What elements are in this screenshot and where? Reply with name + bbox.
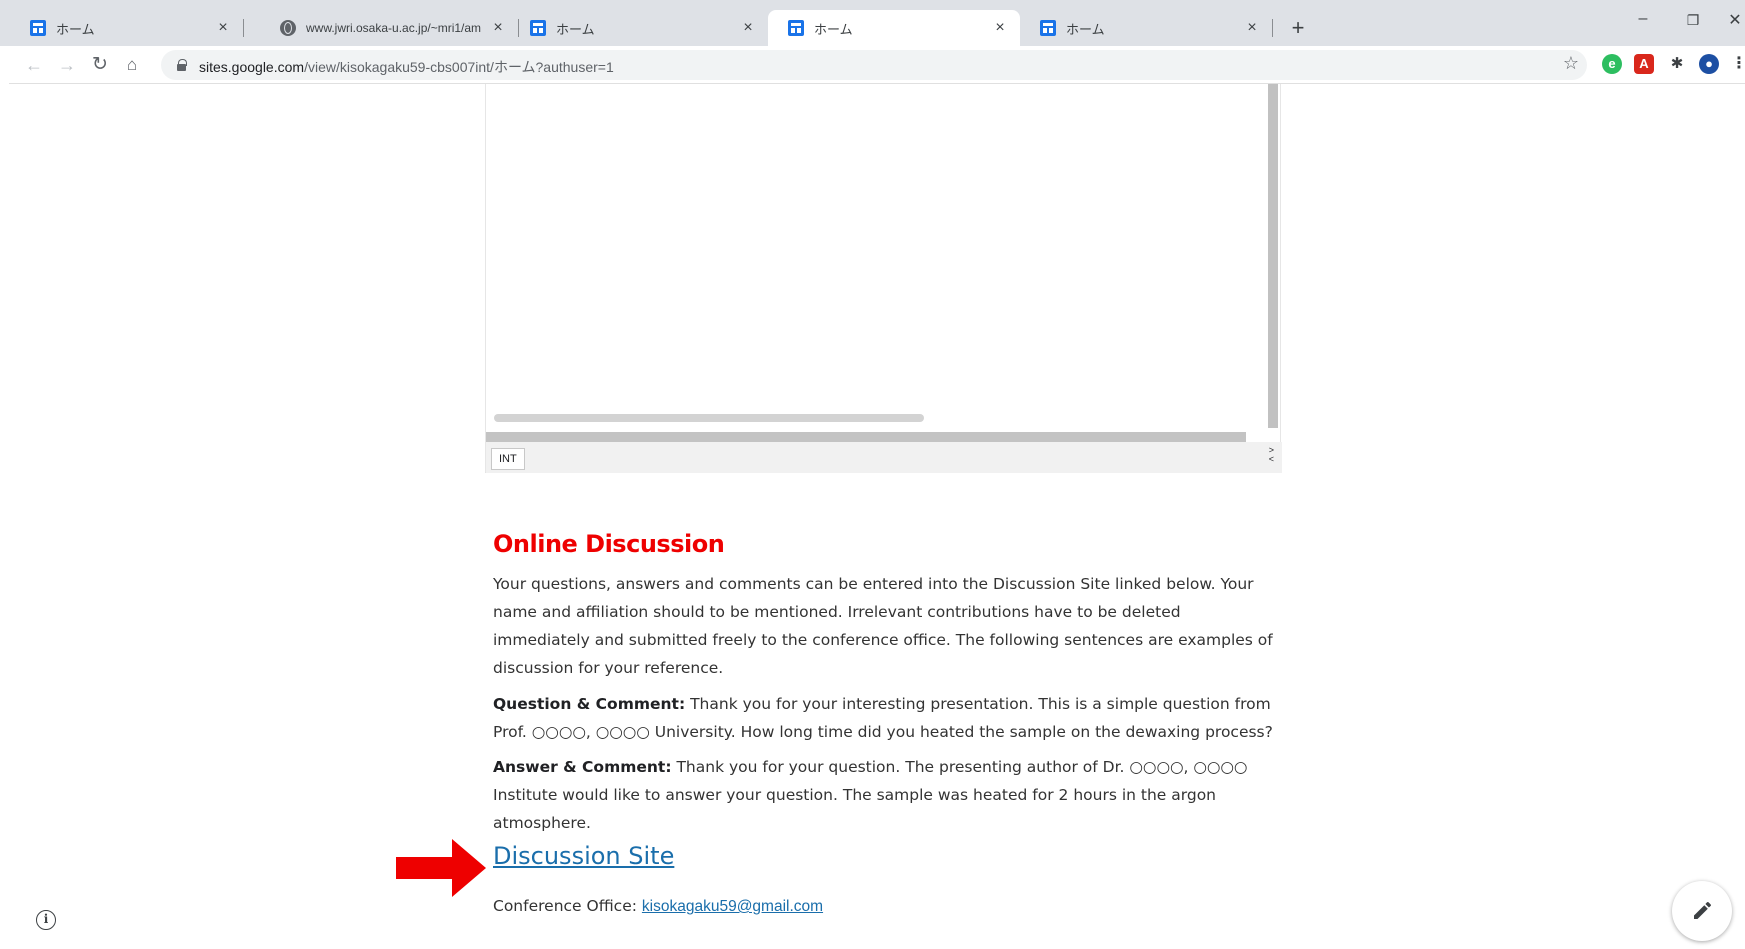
- discussion-section: Online Discussion Your questions, answer…: [493, 530, 1273, 837]
- tab-title: ホーム: [1066, 21, 1105, 37]
- address-bar[interactable]: sites.google.com/view/kisokagaku59-cbs00…: [161, 50, 1587, 80]
- close-window-button[interactable]: ✕: [1720, 10, 1745, 30]
- back-arrow-icon[interactable]: ←: [21, 52, 47, 78]
- url-host: sites.google.com: [199, 59, 305, 75]
- horizontal-scroll-thumb[interactable]: [494, 414, 924, 422]
- close-tab-icon[interactable]: ×: [215, 19, 231, 37]
- profile-avatar-icon[interactable]: ●: [1699, 54, 1719, 74]
- red-arrow-shape: [396, 839, 486, 897]
- tab-title: ホーム: [556, 21, 595, 37]
- new-tab-button[interactable]: +: [1284, 14, 1312, 42]
- answer-paragraph: Answer & Comment: Thank you for your que…: [493, 753, 1273, 837]
- embedded-viewer: INT > <: [485, 84, 1282, 473]
- close-tab-icon[interactable]: ×: [490, 19, 506, 37]
- close-tab-icon[interactable]: ×: [1244, 19, 1260, 37]
- google-sites-icon: [530, 20, 546, 36]
- tab-separator: [243, 19, 244, 37]
- evernote-icon[interactable]: e: [1602, 54, 1622, 74]
- bookmark-star-icon[interactable]: ☆: [1563, 53, 1579, 74]
- office-email-link[interactable]: kisokagaku59@gmail.com: [642, 898, 823, 915]
- vertical-scrollbar[interactable]: [1268, 84, 1278, 428]
- browser-toolbar: ← → ↻ ⌂ sites.google.com/view/kisokagaku…: [9, 46, 1745, 84]
- close-tab-icon[interactable]: ×: [740, 19, 756, 37]
- kebab-menu-icon[interactable]: ⋮: [1731, 54, 1745, 74]
- minimize-button[interactable]: –: [1628, 10, 1658, 28]
- viewer-status-bar: INT > <: [486, 442, 1282, 473]
- home-icon[interactable]: ⌂: [119, 52, 145, 78]
- question-paragraph: Question & Comment: Thank you for your i…: [493, 690, 1273, 746]
- discussion-site-link[interactable]: Discussion Site: [493, 842, 674, 870]
- url-text[interactable]: sites.google.com/view/kisokagaku59-cbs00…: [199, 57, 614, 77]
- puzzle-extensions-icon[interactable]: ✱: [1667, 54, 1687, 74]
- edit-fab-button[interactable]: [1672, 881, 1732, 941]
- google-sites-icon: [1040, 20, 1056, 36]
- conference-office: Conference Office: kisokagaku59@gmail.co…: [493, 897, 823, 916]
- red-arrow-annotation: [396, 839, 486, 897]
- tab-title: ホーム: [814, 21, 853, 37]
- intro-paragraph: Your questions, answers and comments can…: [493, 575, 1273, 677]
- globe-icon: [280, 20, 296, 36]
- close-tab-icon[interactable]: ×: [992, 19, 1008, 37]
- lock-icon[interactable]: [177, 59, 187, 71]
- tab-strip: ホーム × www.jwri.osaka-u.ac.jp/~mri1/am × …: [0, 0, 1745, 46]
- office-label: Conference Office:: [493, 897, 642, 915]
- restore-button[interactable]: ❐: [1678, 12, 1708, 29]
- int-button[interactable]: INT: [491, 448, 525, 470]
- reload-icon[interactable]: ↻: [87, 52, 113, 78]
- section-heading: Online Discussion: [493, 530, 725, 558]
- answer-label: Answer & Comment:: [493, 758, 672, 776]
- info-icon[interactable]: i: [36, 910, 56, 930]
- tab-1[interactable]: ホーム ×: [10, 10, 244, 46]
- tab-3[interactable]: ホーム ×: [510, 10, 768, 46]
- acrobat-icon[interactable]: A: [1634, 54, 1654, 74]
- horizontal-scrollbar[interactable]: [486, 432, 1246, 442]
- tab-5[interactable]: ホーム ×: [1020, 10, 1273, 46]
- tab-2[interactable]: www.jwri.osaka-u.ac.jp/~mri1/am ×: [260, 10, 519, 46]
- arrow-collapse-icon[interactable]: <: [1269, 455, 1274, 464]
- collapse-arrows[interactable]: > <: [1269, 446, 1274, 464]
- google-sites-icon: [30, 20, 46, 36]
- pencil-icon: [1694, 902, 1711, 919]
- question-label: Question & Comment:: [493, 695, 686, 713]
- google-sites-icon: [788, 20, 804, 36]
- tab-title: www.jwri.osaka-u.ac.jp/~mri1/am: [306, 21, 482, 35]
- url-path: /view/kisokagaku59-cbs007int/ホーム?authuse…: [304, 59, 614, 75]
- forward-arrow-icon[interactable]: →: [54, 52, 80, 78]
- tab-separator: [1272, 19, 1273, 37]
- tab-title: ホーム: [56, 21, 95, 37]
- tab-4-active[interactable]: ホーム ×: [768, 10, 1020, 46]
